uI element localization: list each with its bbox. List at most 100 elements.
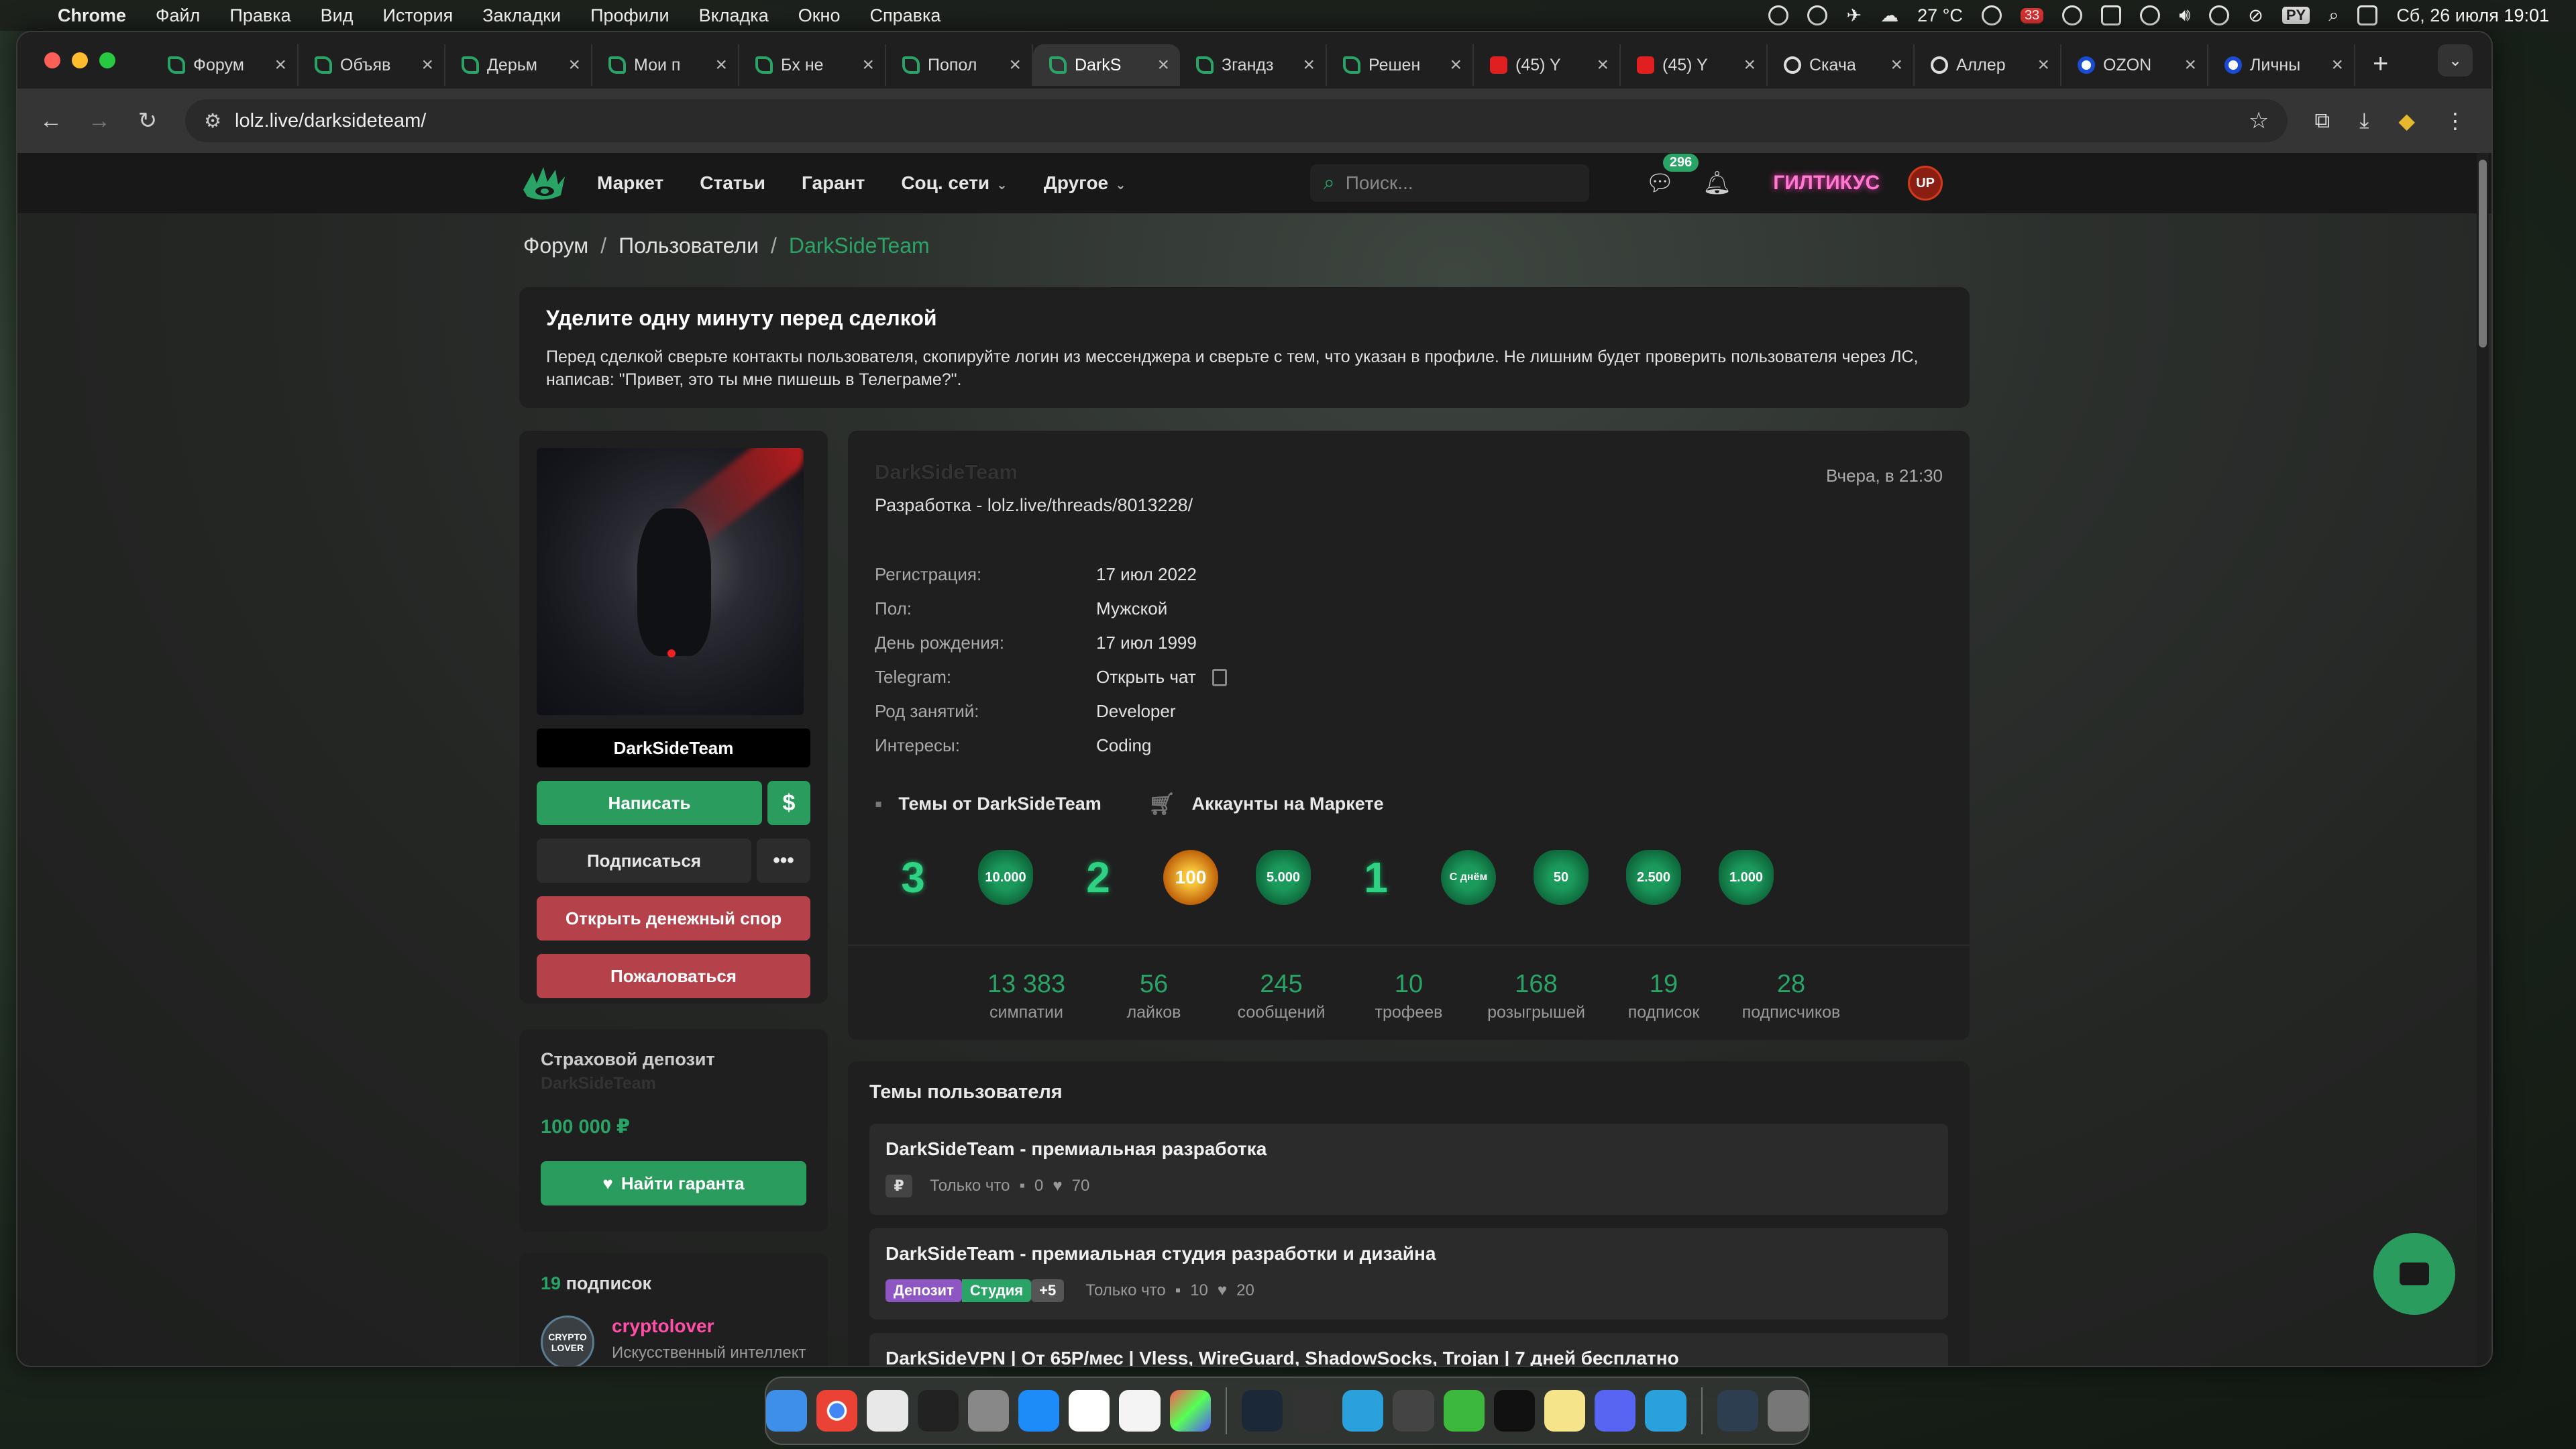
- stat-trophies[interactable]: 10 трофеев: [1345, 970, 1472, 1022]
- browser-tab[interactable]: OZON ×: [2061, 44, 2208, 86]
- bookmark-star-icon[interactable]: ☆: [2249, 107, 2269, 134]
- close-tab-icon[interactable]: ×: [862, 54, 874, 76]
- browser-tab[interactable]: (45) Y ×: [1474, 44, 1621, 86]
- nav-guarantor[interactable]: Гарант: [802, 172, 865, 194]
- finder-icon[interactable]: [766, 1390, 808, 1432]
- current-user-avatar[interactable]: UP: [1908, 166, 1943, 201]
- menubar-item-history[interactable]: История: [382, 5, 453, 26]
- browser-tab[interactable]: Попол ×: [886, 44, 1033, 86]
- trophy-icon[interactable]: 1: [1348, 850, 1403, 905]
- keyboard-layout[interactable]: PY: [2282, 7, 2310, 24]
- stat-followers[interactable]: 28 подписчиков: [1727, 970, 1855, 1022]
- browser-tab[interactable]: Дерьм ×: [445, 44, 592, 86]
- new-tab-button[interactable]: +: [2373, 49, 2388, 79]
- menubar-item-edit[interactable]: Правка: [229, 5, 290, 26]
- site-settings-icon[interactable]: ⚙: [204, 109, 221, 133]
- subscription-avatar[interactable]: CRYPTO LOVER: [541, 1316, 594, 1366]
- open-telegram-chat-link[interactable]: Открыть чат: [1096, 667, 1196, 688]
- trophy-icon[interactable]: С днём: [1441, 850, 1496, 905]
- trophy-icon[interactable]: 5.000: [1256, 850, 1311, 905]
- spotlight-search-icon[interactable]: ⌕: [2328, 5, 2339, 26]
- browser-tab[interactable]: (45) Y ×: [1621, 44, 1768, 86]
- notifications-bell-icon[interactable]: 🔔︎: [1703, 170, 1731, 197]
- lolz-logo-icon[interactable]: [521, 163, 568, 203]
- telegram-icon[interactable]: [1645, 1390, 1686, 1432]
- extensions-icon[interactable]: ⧉: [2314, 108, 2330, 133]
- trash-icon[interactable]: [1767, 1390, 1809, 1432]
- chat-floating-button[interactable]: [2373, 1233, 2455, 1315]
- trophy-icon[interactable]: 10.000: [978, 850, 1033, 905]
- trophy-icon[interactable]: 3: [885, 850, 941, 905]
- close-tab-icon[interactable]: ×: [2037, 54, 2049, 76]
- breadcrumb-forum[interactable]: Форум: [523, 233, 588, 258]
- menubar-item-tab[interactable]: Вкладка: [699, 5, 769, 26]
- address-url[interactable]: lolz.live/darksideteam/: [235, 110, 426, 132]
- menubar-item-bookmarks[interactable]: Закладки: [482, 5, 561, 26]
- stat-likes[interactable]: 56 лайков: [1090, 970, 1218, 1022]
- breadcrumb-current[interactable]: DarkSideTeam: [789, 233, 930, 258]
- browser-tab[interactable]: Форум ×: [152, 44, 299, 86]
- status-icon[interactable]: [2140, 5, 2161, 25]
- page-scrollbar[interactable]: [2477, 153, 2489, 1366]
- steam-icon[interactable]: [1241, 1390, 1283, 1432]
- close-tab-icon[interactable]: ×: [1743, 54, 1756, 76]
- close-tab-icon[interactable]: ×: [1597, 54, 1609, 76]
- weather-cloud-icon[interactable]: ☁: [1880, 5, 1898, 26]
- terminal-icon[interactable]: [1493, 1390, 1536, 1432]
- stat-subscriptions[interactable]: 19 подписок: [1600, 970, 1727, 1022]
- current-username[interactable]: ГИЛТИКУС: [1773, 172, 1880, 195]
- status-icon[interactable]: [2101, 5, 2122, 25]
- notification-count-badge[interactable]: 33: [2020, 7, 2044, 23]
- profile-extension-icon[interactable]: ◆: [2398, 108, 2415, 133]
- close-tab-icon[interactable]: ×: [421, 54, 433, 76]
- volume-icon[interactable]: 🔊︎: [2179, 5, 2190, 26]
- topic-item[interactable]: DarkSideTeam - премиальная студия разраб…: [869, 1228, 1948, 1320]
- prefix-chip-more[interactable]: +5: [1031, 1279, 1065, 1302]
- breadcrumb-users[interactable]: Пользователи: [619, 233, 759, 258]
- address-bar[interactable]: ⚙ lolz.live/darksideteam/ ☆: [185, 99, 2288, 142]
- trophy-icon[interactable]: 2.500: [1626, 850, 1681, 905]
- chrome-menu-icon[interactable]: ⋮: [2445, 108, 2466, 133]
- browser-tab[interactable]: Аллер ×: [1915, 44, 2061, 86]
- close-tab-icon[interactable]: ×: [1009, 54, 1021, 76]
- minimize-window-button[interactable]: [72, 52, 88, 68]
- downloads-icon[interactable]: ⤓: [2359, 108, 2369, 133]
- menubar-app-name[interactable]: Chrome: [58, 5, 126, 26]
- status-icon[interactable]: [2062, 5, 2083, 25]
- site-search[interactable]: ⌕ Поиск...: [1309, 164, 1589, 202]
- browser-tab[interactable]: Решен ×: [1327, 44, 1474, 86]
- browser-tab[interactable]: Згандз ×: [1180, 44, 1327, 86]
- play-icon[interactable]: [2209, 5, 2230, 25]
- close-window-button[interactable]: [44, 52, 60, 68]
- more-actions-button[interactable]: •••: [757, 839, 810, 883]
- prefix-chip-deposit[interactable]: Депозит: [885, 1279, 962, 1302]
- back-icon[interactable]: ←: [34, 103, 68, 138]
- browser-tab[interactable]: Личны ×: [2208, 44, 2355, 86]
- close-tab-icon[interactable]: ×: [274, 54, 286, 76]
- app-store-icon[interactable]: [1018, 1390, 1060, 1432]
- close-tab-icon[interactable]: ×: [2184, 54, 2196, 76]
- copy-icon[interactable]: [1212, 668, 1227, 686]
- stat-messages[interactable]: 245 сообщений: [1218, 970, 1345, 1022]
- app-icon[interactable]: [917, 1390, 959, 1432]
- write-message-button[interactable]: Написать: [537, 781, 762, 825]
- stat-giveaways[interactable]: 168 розыгрышей: [1472, 970, 1600, 1022]
- zoom-window-button[interactable]: [99, 52, 115, 68]
- menubar-item-help[interactable]: Справка: [869, 5, 941, 26]
- notes-icon[interactable]: [1119, 1390, 1161, 1432]
- tab-active[interactable]: DarkS ×: [1033, 44, 1180, 86]
- stat-likes-received[interactable]: 13 383 симпатии: [963, 970, 1090, 1022]
- close-tab-icon[interactable]: ×: [1890, 54, 1902, 76]
- nav-social[interactable]: Соц. сети ⌄: [901, 172, 1008, 194]
- discord-icon[interactable]: [1595, 1390, 1636, 1432]
- trophy-icon[interactable]: 2: [1071, 850, 1126, 905]
- tab-search-button[interactable]: ⌄: [2438, 44, 2473, 76]
- app-icon[interactable]: [1292, 1390, 1334, 1432]
- subscription-username[interactable]: cryptolover: [612, 1316, 806, 1337]
- close-tab-icon[interactable]: ×: [715, 54, 727, 76]
- report-button[interactable]: Пожаловаться: [537, 954, 810, 998]
- notes-icon[interactable]: [1544, 1390, 1586, 1432]
- topic-title[interactable]: DarkSideTeam - премиальная студия разраб…: [885, 1243, 1932, 1265]
- telegram-icon[interactable]: ✈: [1846, 5, 1862, 26]
- find-guarantor-button[interactable]: ♥ Найти гаранта: [541, 1161, 806, 1205]
